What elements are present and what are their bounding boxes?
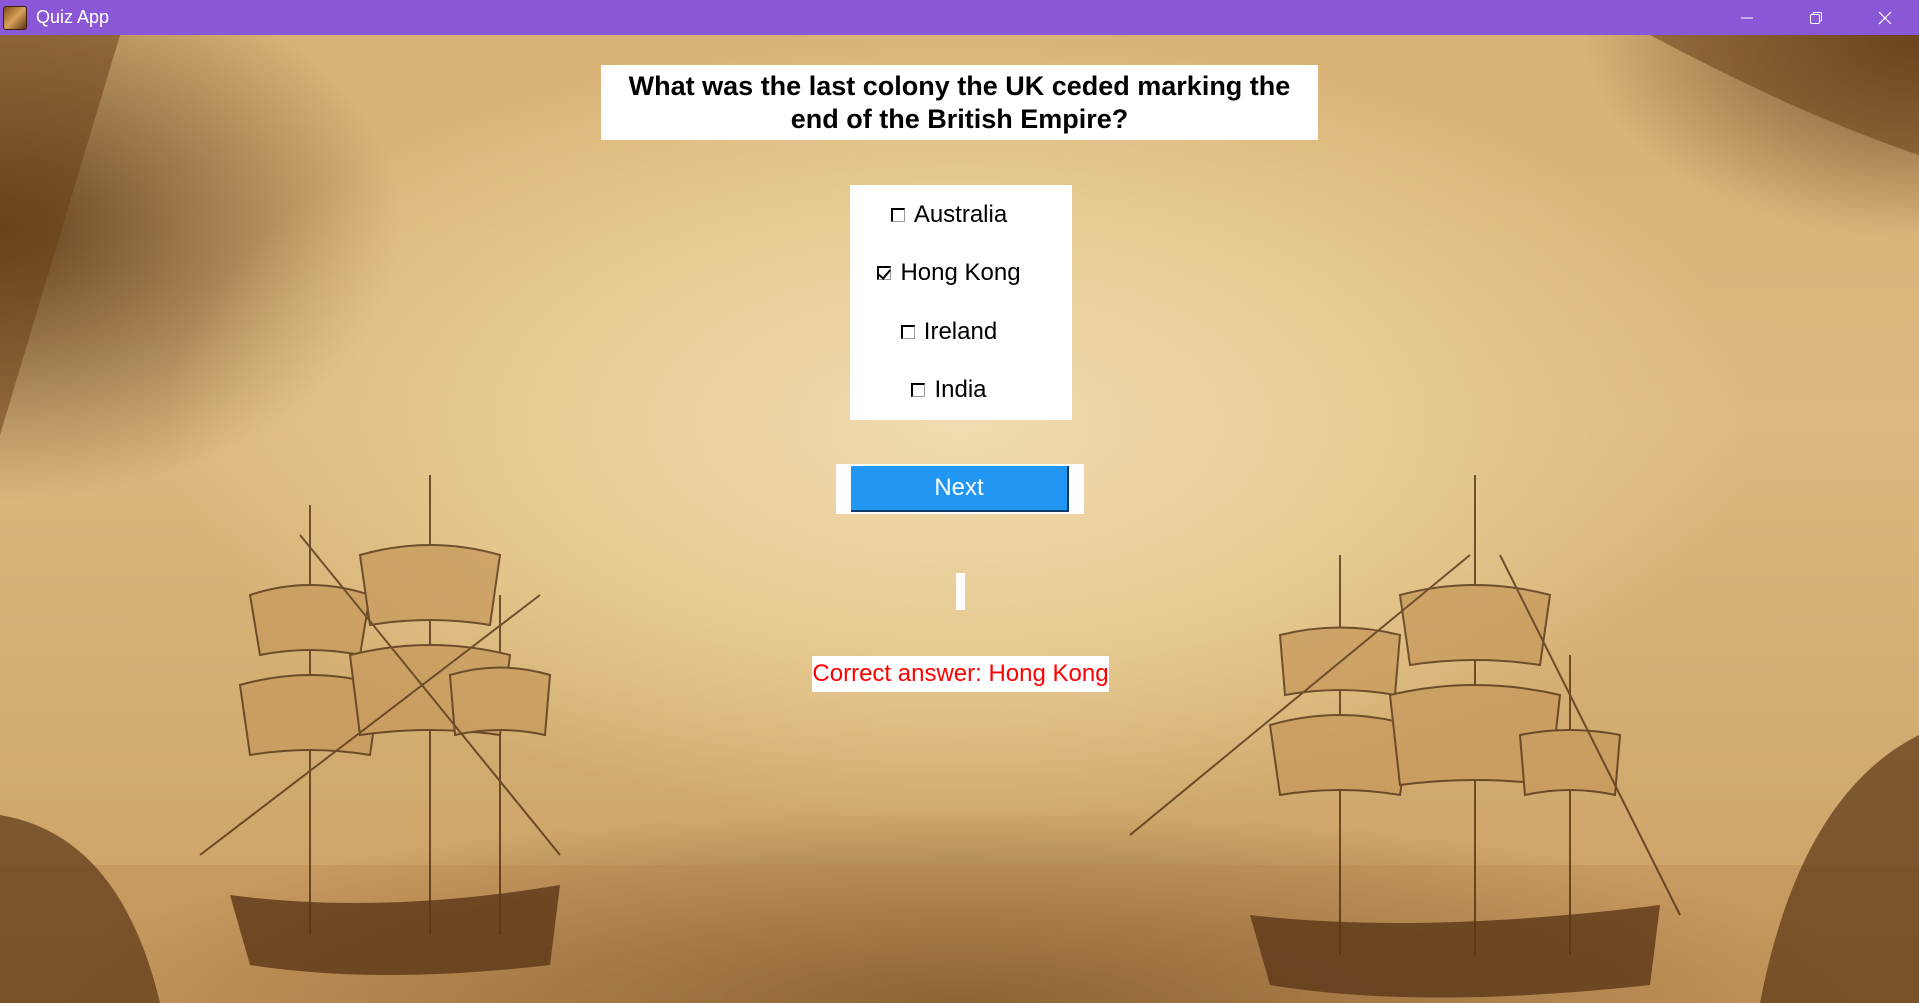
restore-button[interactable] <box>1781 0 1850 35</box>
restore-icon <box>1809 11 1822 24</box>
quiz-app-window: Quiz App What was the last colony the UK… <box>0 0 1919 1003</box>
close-button[interactable] <box>1850 0 1919 35</box>
option-label: Hong Kong <box>900 259 1021 286</box>
app-icon <box>3 5 27 30</box>
result-panel: Correct answer: Hong Kong <box>812 656 1109 692</box>
window-title: Quiz App <box>36 7 110 27</box>
option-india[interactable]: India <box>838 370 1060 410</box>
progress-indicator <box>956 573 965 610</box>
answer-options: Australia Hong Kong Ireland India <box>850 185 1072 420</box>
minimize-button[interactable] <box>1712 0 1781 35</box>
option-hong-kong[interactable]: Hong Kong <box>838 253 1060 293</box>
result-text: Correct answer: Hong Kong <box>812 660 1109 687</box>
checkbox-icon[interactable] <box>900 325 915 339</box>
option-australia[interactable]: Australia <box>838 195 1060 235</box>
question-panel: What was the last colony the UK ceded ma… <box>601 65 1318 140</box>
title-bar: Quiz App <box>0 0 1919 35</box>
checkbox-icon[interactable] <box>890 208 905 222</box>
checkbox-icon[interactable] <box>911 383 926 397</box>
question-text: What was the last colony the UK ceded ma… <box>628 70 1291 134</box>
option-label: Australia <box>913 201 1008 228</box>
next-button[interactable]: Next <box>851 466 1069 512</box>
window-controls <box>1712 0 1919 35</box>
option-label: India <box>934 376 987 403</box>
option-ireland[interactable]: Ireland <box>838 312 1060 352</box>
option-label: Ireland <box>923 318 998 345</box>
minimize-icon <box>1740 17 1753 18</box>
close-icon <box>1878 11 1891 24</box>
next-button-frame: Next <box>836 464 1084 514</box>
ships-illustration <box>0 35 1919 1003</box>
ships-background-image <box>0 35 1919 1003</box>
checkbox-checked-icon[interactable] <box>877 266 892 280</box>
